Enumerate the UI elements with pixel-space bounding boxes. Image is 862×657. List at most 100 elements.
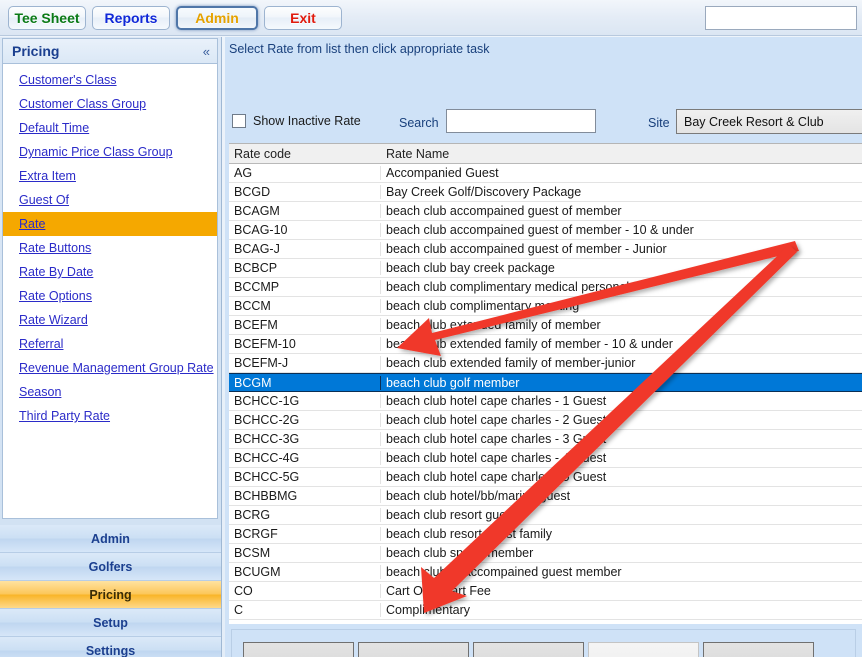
checkbox-box-icon: [232, 114, 246, 128]
sidebar-item-rate-options[interactable]: Rate Options: [3, 284, 217, 308]
cell-rate-code: BCBCP: [229, 261, 381, 275]
table-row[interactable]: BCHCC-4G beach club hotel cape charles - …: [229, 449, 862, 468]
search-label: Search: [399, 116, 439, 130]
cell-rate-name: Accompanied Guest: [386, 166, 499, 180]
table-row[interactable]: BCEFM-J beach club extended family of mem…: [229, 354, 862, 373]
sidebar-title: Pricing: [12, 43, 60, 59]
sidebar-item-rate-buttons[interactable]: Rate Buttons: [3, 236, 217, 260]
sidebar-item-guest-of[interactable]: Guest Of: [3, 188, 217, 212]
table-row[interactable]: BCGM beach club golf member: [229, 373, 862, 392]
sidebar-item-customer-class-group[interactable]: Customer Class Group: [3, 92, 217, 116]
cell-rate-name: beach club complimentary meeting: [386, 299, 580, 313]
sidebar-item-rate-by-date[interactable]: Rate By Date: [3, 260, 217, 284]
cell-rate-code: BCHCC-5G: [229, 470, 381, 484]
table-row[interactable]: BCRGF beach club resort guest family: [229, 525, 862, 544]
cell-rate-code: BCHCC-2G: [229, 413, 381, 427]
cell-rate-code: BCAG-10: [229, 223, 381, 237]
table-row[interactable]: C Complimentary: [229, 601, 862, 620]
table-row[interactable]: BCSM beach club sports member: [229, 544, 862, 563]
sidebar-item-revenue-management-group-rate[interactable]: Revenue Management Group Rate: [3, 356, 217, 380]
column-header-rate-name[interactable]: Rate Name: [381, 147, 862, 161]
cell-rate-code: BCHBBMG: [229, 489, 381, 503]
left-sidebar: Pricing « Customer's Class Customer Clas…: [0, 37, 222, 657]
table-row[interactable]: BCCMP beach club complimentary medical pe…: [229, 278, 862, 297]
cell-rate-name: beach club unaccompained guest member: [386, 565, 622, 579]
table-row[interactable]: BCGD Bay Creek Golf/Discovery Package: [229, 183, 862, 202]
sidebar-item-referral[interactable]: Referral: [3, 332, 217, 356]
cell-rate-name: beach club hotel cape charles - 5 Guest: [386, 470, 607, 484]
add-button[interactable]: Add: [243, 642, 354, 657]
sidebar-item-season[interactable]: Season: [3, 380, 217, 404]
edit-button[interactable]: Edit: [358, 642, 469, 657]
sidebar-category-golfers[interactable]: Golfers: [0, 553, 221, 581]
nav-button-reports[interactable]: Reports: [92, 6, 170, 30]
nav-button-exit[interactable]: Exit: [264, 6, 342, 30]
table-row[interactable]: BCHBBMG beach club hotel/bb/marina guest: [229, 487, 862, 506]
table-row[interactable]: BCHCC-5G beach club hotel cape charles - …: [229, 468, 862, 487]
nav-button-label: Admin: [195, 10, 239, 26]
cell-rate-code: BCRGF: [229, 527, 381, 541]
sidebar-category-setup[interactable]: Setup: [0, 609, 221, 637]
nav-button-label: Tee Sheet: [14, 10, 80, 26]
cell-rate-code: BCRG: [229, 508, 381, 522]
table-row[interactable]: BCHCC-3G beach club hotel cape charles - …: [229, 430, 862, 449]
table-row[interactable]: BCRG beach club resort guest: [229, 506, 862, 525]
table-row[interactable]: BCHCC-2G beach club hotel cape charles - …: [229, 411, 862, 430]
cell-rate-code: BCHCC-1G: [229, 394, 381, 408]
table-row[interactable]: BCAGM beach club accompained guest of mem…: [229, 202, 862, 221]
table-row[interactable]: BCAG-J beach club accompained guest of me…: [229, 240, 862, 259]
cell-rate-name: beach club resort guest family: [386, 527, 553, 541]
nav-button-tee-sheet[interactable]: Tee Sheet: [8, 6, 86, 30]
sidebar-header: Pricing «: [2, 38, 218, 64]
collapse-chevron-icon[interactable]: «: [203, 45, 210, 58]
table-row[interactable]: AG Accompanied Guest: [229, 164, 862, 183]
table-row[interactable]: BCUGM beach club unaccompained guest memb…: [229, 563, 862, 582]
cell-rate-name: beach club hotel/bb/marina guest: [386, 489, 571, 503]
cell-rate-name: beach club bay creek package: [386, 261, 555, 275]
cell-rate-code: BCEFM: [229, 318, 381, 332]
sidebar-category-pricing[interactable]: Pricing: [0, 581, 221, 609]
table-row[interactable]: CO Cart Only Cart Fee: [229, 582, 862, 601]
cell-rate-name: beach club extended family of member: [386, 318, 601, 332]
table-row[interactable]: BCAG-10 beach club accompained guest of m…: [229, 221, 862, 240]
application-window: Tee Sheet Reports Admin Exit Pricing « C…: [0, 0, 862, 657]
cell-rate-code: C: [229, 603, 381, 617]
sidebar-item-rate-wizard[interactable]: Rate Wizard: [3, 308, 217, 332]
nav-button-admin[interactable]: Admin: [176, 6, 258, 30]
table-row[interactable]: BCEFM beach club extended family of membe…: [229, 316, 862, 335]
table-row[interactable]: BCCM beach club complimentary meeting: [229, 297, 862, 316]
global-search-input[interactable]: [705, 6, 857, 30]
search-input[interactable]: [446, 109, 596, 133]
sidebar-item-extra-item[interactable]: Extra Item: [3, 164, 217, 188]
site-label: Site: [648, 116, 670, 130]
cell-rate-code: BCGD: [229, 185, 381, 199]
table-row[interactable]: BCHCC-1G beach club hotel cape charles - …: [229, 392, 862, 411]
sidebar-item-rate[interactable]: Rate: [3, 212, 217, 236]
sidebar-category-admin[interactable]: Admin: [0, 525, 221, 553]
cell-rate-name: beach club complimentary medical persone…: [386, 280, 630, 294]
cell-rate-code: BCEFM-J: [229, 356, 381, 370]
cell-rate-name: beach club accompained guest of member -…: [386, 242, 667, 256]
sidebar-item-dynamic-price-class-group[interactable]: Dynamic Price Class Group: [3, 140, 217, 164]
nav-button-label: Exit: [290, 10, 316, 26]
cell-rate-code: BCHCC-3G: [229, 432, 381, 446]
site-selected-value: Bay Creek Resort & Club: [684, 114, 824, 129]
sidebar-item-customers-class[interactable]: Customer's Class: [3, 68, 217, 92]
cell-rate-code: BCEFM-10: [229, 337, 381, 351]
inactivate-button[interactable]: Inactivate: [473, 642, 584, 657]
sidebar-category-settings[interactable]: Settings: [0, 637, 221, 657]
cell-rate-code: BCGM: [229, 375, 381, 390]
sidebar-item-third-party-rate[interactable]: Third Party Rate: [3, 404, 217, 428]
table-row[interactable]: BCEFM-10 beach club extended family of me…: [229, 335, 862, 354]
sidebar-category-list: Admin Golfers Pricing Setup Settings Sys…: [0, 525, 221, 657]
site-dropdown[interactable]: Bay Creek Resort & Club: [676, 109, 862, 134]
cell-rate-code: BCCMP: [229, 280, 381, 294]
table-row[interactable]: BCBCP beach club bay creek package: [229, 259, 862, 278]
cell-rate-name: beach club extended family of member - 1…: [386, 337, 673, 351]
copy-button[interactable]: Copy: [703, 642, 814, 657]
column-header-rate-code[interactable]: Rate code: [229, 147, 381, 161]
sidebar-item-default-time[interactable]: Default Time: [3, 116, 217, 140]
show-inactive-rate-checkbox[interactable]: Show Inactive Rate: [232, 114, 361, 128]
show-inactive-rate-label: Show Inactive Rate: [253, 114, 361, 128]
cell-rate-name: beach club hotel cape charles - 3 Guest: [386, 432, 607, 446]
